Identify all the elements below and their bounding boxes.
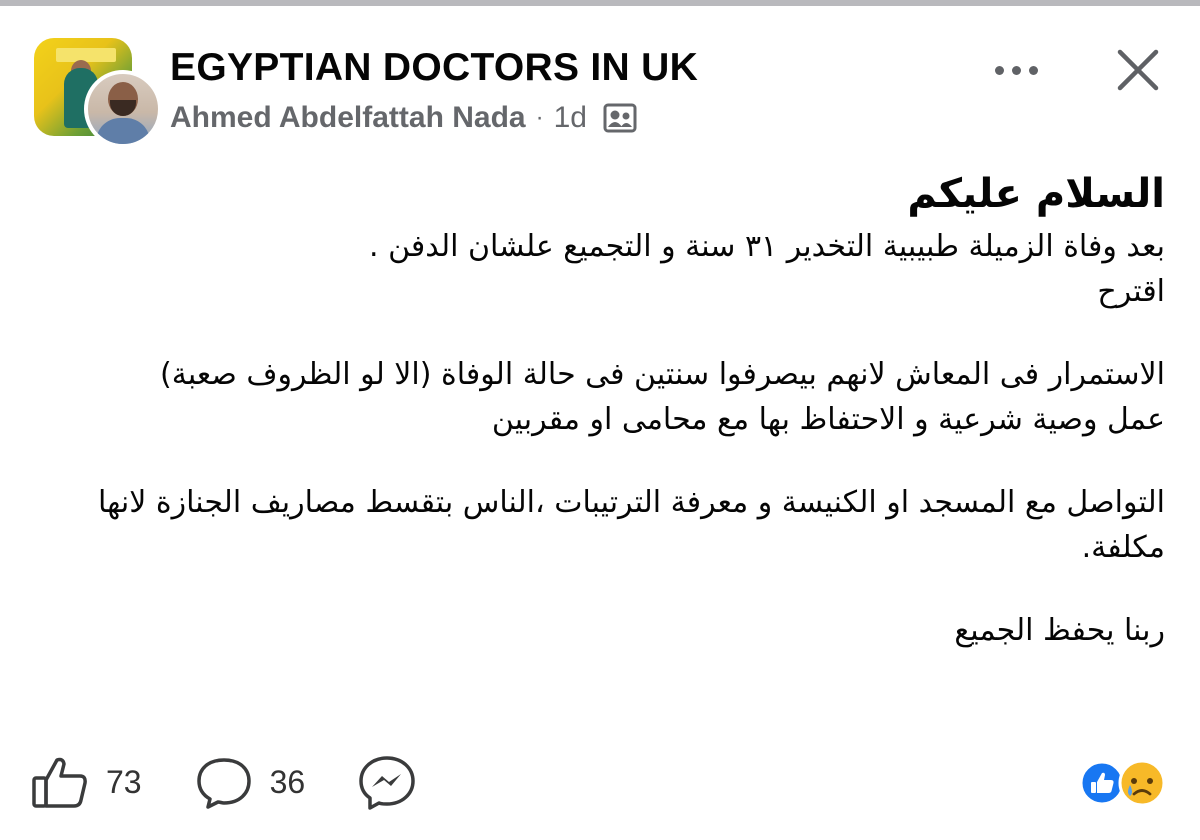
more-dot [1028,65,1038,75]
sad-reaction-icon [1118,759,1166,807]
top-divider [0,0,1200,6]
group-members-icon [603,103,637,133]
post-greeting: السلام عليكم [907,171,1165,217]
meta-separator: · [535,104,544,131]
like-button[interactable]: 73 [30,754,142,810]
post-line: عمل وصية شرعية و الاحتفاظ بها مع محامى ا… [491,402,1165,437]
post-line: بعد وفاة الزميلة طبيبية التخدير ٣١ سنة و… [369,229,1165,264]
thumbs-up-icon [32,757,87,808]
close-button[interactable] [1112,44,1164,96]
reaction-summary[interactable] [1076,758,1172,808]
post-actions: 73 36 [30,752,469,812]
post-line: الاستمرار فى المعاش لانهم بيصرفوا سنتين … [160,357,1165,392]
comment-count: 36 [269,763,306,800]
post-text: السلام عليكم بعد وفاة الزميلة طبيبية الت… [40,168,1165,653]
like-reaction-icon [1079,760,1125,806]
post-meta: Ahmed Abdelfattah Nada · 1d [170,100,637,136]
author-avatar[interactable] [84,70,162,148]
close-icon [1117,49,1159,91]
more-dot [1011,65,1021,75]
more-options-button[interactable] [988,48,1044,92]
post-time[interactable]: 1d [554,101,587,135]
like-count: 73 [106,763,142,800]
comment-bubble-icon [196,758,251,809]
more-dot [994,65,1004,75]
comment-button[interactable]: 36 [194,754,306,810]
author-name[interactable]: Ahmed Abdelfattah Nada [170,101,526,135]
post-line: التواصل مع المسجد او الكنيسة و معرفة الت… [97,485,1165,565]
post-line: ربنا يحفظ الجميع [954,613,1165,648]
post-line: اقترح [1097,274,1165,309]
share-button[interactable] [357,754,417,810]
messenger-icon [359,756,415,810]
group-avatar[interactable] [34,38,162,148]
group-name[interactable]: EGYPTIAN DOCTORS IN UK [170,46,698,90]
